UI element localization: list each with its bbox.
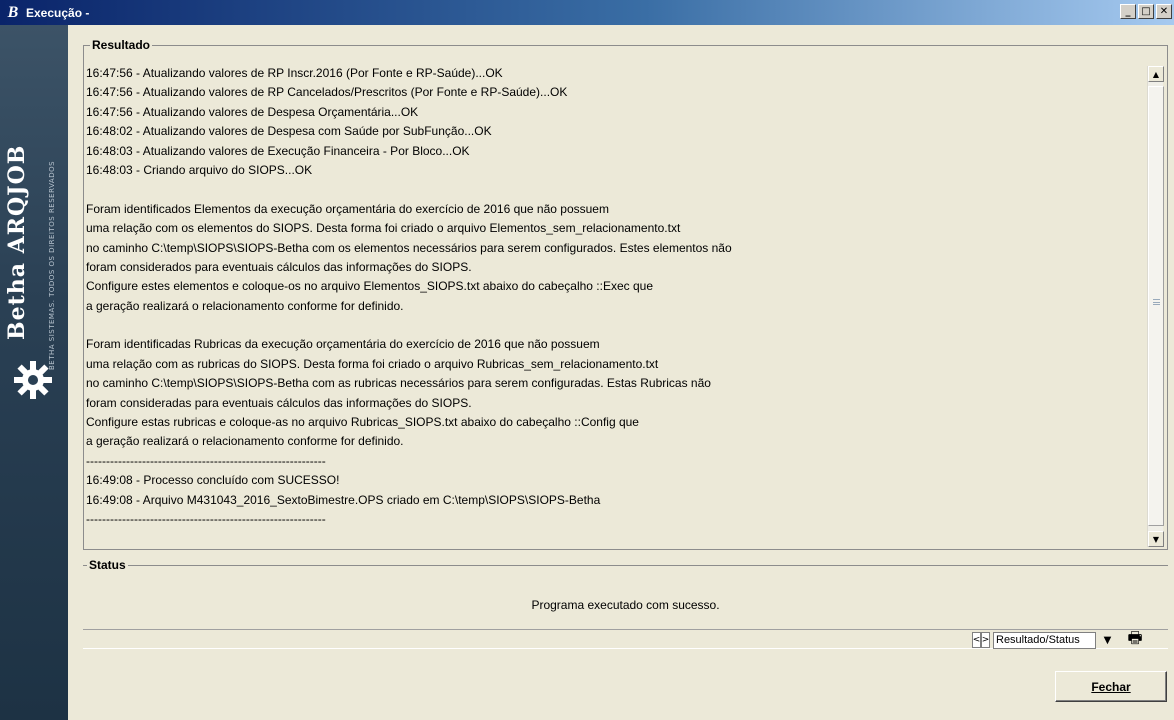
previous-button[interactable]: <	[972, 632, 981, 648]
bottom-status-bar: < > Resultado/Status ▼ 🖶	[83, 628, 1168, 650]
scroll-thumb[interactable]	[1148, 86, 1164, 526]
log-line: foram consideradas para eventuais cálcul…	[86, 395, 472, 410]
scroll-down-icon[interactable]: ▼	[1148, 531, 1164, 547]
gear-icon	[14, 361, 52, 399]
close-button[interactable]: Fechar	[1055, 671, 1167, 702]
log-line: foram considerados para eventuais cálcul…	[86, 259, 472, 274]
grip-icon	[1153, 299, 1160, 305]
window-controls: _ □ ✕	[1120, 4, 1172, 19]
status-group: Status Programa executado com sucesso.	[83, 558, 1168, 627]
log-line: 16:47:56 - Atualizando valores de RP Can…	[86, 85, 568, 100]
chevron-down-icon[interactable]: ▼	[1099, 632, 1116, 649]
brand-side-panel: Betha ARQJOB BETHA SISTEMAS. TODOS OS DI…	[0, 25, 68, 720]
close-window-button[interactable]: ✕	[1156, 4, 1172, 19]
result-group: Resultado 16:47:56 - Atualizando valores…	[83, 38, 1168, 550]
log-line: 16:49:08 - Arquivo M431043_2016_SextoBim…	[86, 492, 601, 507]
brand-tagline: BETHA SISTEMAS. TODOS OS DIREITOS RESERV…	[48, 160, 56, 370]
scroll-up-icon[interactable]: ▲	[1148, 66, 1164, 82]
brand-name: Betha ARQJOB	[4, 144, 30, 340]
log-line: ----------------------------------------…	[86, 453, 326, 468]
log-line: 16:48:03 - Criando arquivo do SIOPS...OK	[86, 162, 313, 177]
log-line: 16:49:08 - Processo concluído com SUCESS…	[86, 473, 340, 488]
result-label: Resultado	[90, 38, 153, 52]
printer-icon[interactable]: 🖶	[1124, 628, 1146, 650]
log-line: Configure estes elementos e coloque-os n…	[86, 279, 654, 294]
log-line: Foram identificados Elementos da execuçã…	[86, 201, 609, 216]
log-line: ----------------------------------------…	[86, 511, 326, 526]
log-line: 16:47:56 - Atualizando valores de RP Ins…	[86, 66, 503, 80]
log-line: 16:48:02 - Atualizando valores de Despes…	[86, 124, 492, 139]
maximize-button[interactable]: □	[1138, 4, 1154, 19]
log-line: uma relação com os elementos do SIOPS. D…	[86, 221, 681, 236]
execution-window: B Execução - _ □ ✕ Betha ARQJOB BETHA SI…	[0, 0, 1174, 720]
log-line: a geração realizará o relacionamento con…	[86, 298, 404, 313]
app-logo-icon: B	[7, 3, 19, 21]
log-line: uma relação com as rubricas do SIOPS. De…	[86, 356, 659, 371]
log-line: Configure estas rubricas e coloque-as no…	[86, 415, 639, 430]
log-line: 16:48:03 - Atualizando valores de Execuç…	[86, 143, 470, 158]
vertical-scrollbar[interactable]: ▲ ▼	[1147, 66, 1164, 547]
log-line: no caminho C:\temp\SIOPS\SIOPS-Betha com…	[86, 240, 732, 255]
result-log[interactable]: 16:47:56 - Atualizando valores de RP Ins…	[86, 66, 1136, 546]
log-line: Foram identificadas Rubricas da execução…	[86, 337, 600, 352]
title-bar[interactable]: B Execução - _ □ ✕	[0, 0, 1174, 25]
log-line: 16:47:56 - Atualizando valores de Despes…	[86, 104, 419, 119]
log-line: a geração realizará o relacionamento con…	[86, 434, 404, 449]
status-label: Status	[87, 558, 128, 572]
window-title: Execução -	[26, 5, 90, 20]
status-message: Programa executado com sucesso.	[531, 598, 720, 612]
log-line: no caminho C:\temp\SIOPS\SIOPS-Betha com…	[86, 376, 711, 391]
view-select[interactable]: Resultado/Status	[993, 632, 1096, 649]
minimize-button[interactable]: _	[1120, 4, 1136, 19]
next-button[interactable]: >	[981, 632, 990, 648]
